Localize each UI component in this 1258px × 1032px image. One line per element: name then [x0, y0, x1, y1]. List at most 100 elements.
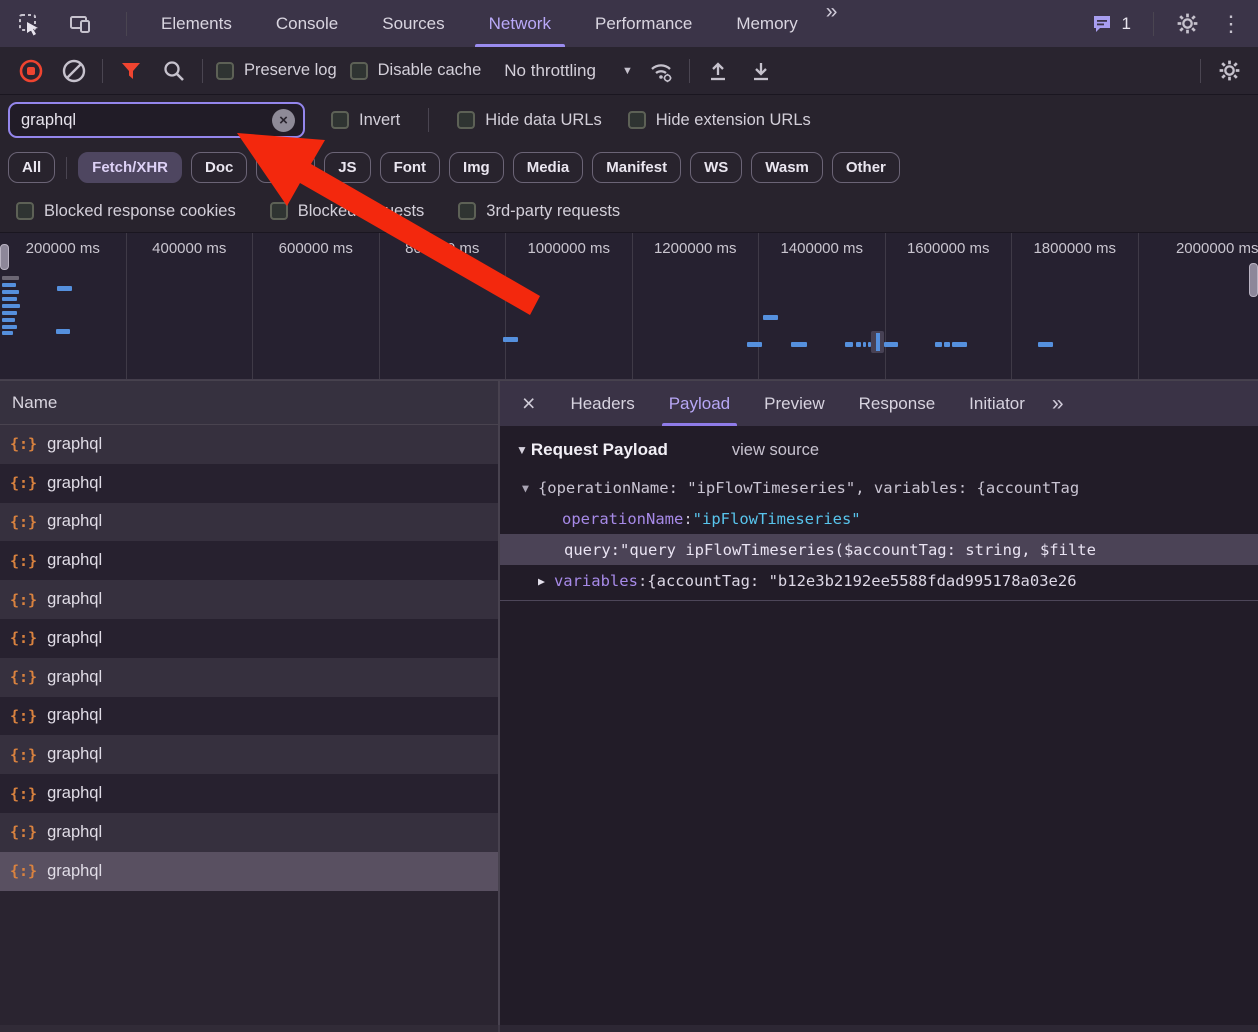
checkbox-box	[458, 202, 476, 220]
table-row[interactable]: {:}graphql	[0, 852, 498, 891]
overview-drag-handle[interactable]	[0, 244, 9, 270]
filter-chip-other[interactable]: Other	[832, 152, 900, 183]
filter-chip-fetch-xhr[interactable]: Fetch/XHR	[78, 152, 182, 183]
collapse-node-icon[interactable]: ▼	[522, 481, 529, 495]
checkbox-label: Blocked requests	[298, 202, 425, 221]
selected-request-bar	[876, 333, 880, 351]
filter-chip-doc[interactable]: Doc	[191, 152, 247, 183]
request-name: graphql	[47, 512, 102, 531]
kebab-menu-icon[interactable]: ⋮	[1216, 9, 1246, 39]
payload-row-operation-name[interactable]: operationName: "ipFlowTimeseries"	[500, 503, 1258, 534]
filter-chip-manifest[interactable]: Manifest	[592, 152, 681, 183]
filter-chip-css[interactable]: CSS	[256, 152, 315, 183]
close-detail-icon[interactable]: ×	[510, 381, 547, 426]
detail-tab-preview[interactable]: Preview	[747, 381, 841, 426]
hide-data-urls-checkbox[interactable]: Hide data URLs	[457, 111, 601, 130]
filter-chip-all[interactable]: All	[8, 152, 55, 183]
checkbox-label: 3rd-party requests	[486, 202, 620, 221]
overview-drag-handle[interactable]	[1249, 263, 1258, 297]
settings-gear-icon[interactable]	[1172, 9, 1202, 39]
divider	[126, 12, 127, 36]
inspect-element-icon[interactable]	[14, 9, 44, 39]
disable-cache-checkbox[interactable]: Disable cache	[350, 61, 482, 80]
request-detail-panel: × HeadersPayloadPreviewResponseInitiator…	[500, 381, 1258, 1032]
request-name: graphql	[47, 668, 102, 687]
network-conditions-icon[interactable]	[646, 56, 676, 86]
detail-tab-headers[interactable]: Headers	[553, 381, 651, 426]
network-overview-timeline[interactable]: 200000 ms400000 ms600000 ms800000 ms1000…	[0, 232, 1258, 380]
messages-count-badge: 1	[1122, 14, 1131, 34]
table-row[interactable]: {:}graphql	[0, 503, 498, 542]
table-row[interactable]: {:}graphql	[0, 425, 498, 464]
clear-filter-icon[interactable]: ×	[272, 109, 295, 132]
record-network-log-icon[interactable]	[16, 56, 46, 86]
name-column-header[interactable]: Name	[0, 381, 498, 425]
preserve-log-checkbox[interactable]: Preserve log	[216, 61, 337, 80]
table-row[interactable]: {:}graphql	[0, 619, 498, 658]
table-row[interactable]: {:}graphql	[0, 774, 498, 813]
table-row[interactable]: {:} graphql	[0, 658, 498, 697]
network-filter-input[interactable]: graphql ×	[8, 102, 305, 138]
tab-elements[interactable]: Elements	[139, 0, 254, 47]
request-name: graphql	[47, 590, 102, 609]
table-row[interactable]: {:}graphql	[0, 735, 498, 774]
filter-chip-font[interactable]: Font	[380, 152, 440, 183]
waterfall-bar	[2, 331, 13, 335]
filter-chip-ws[interactable]: WS	[690, 152, 742, 183]
filter-funnel-icon[interactable]	[116, 56, 146, 86]
chevron-down-icon: ▼	[622, 65, 633, 77]
filter-chip-media[interactable]: Media	[513, 152, 584, 183]
divider	[428, 108, 429, 132]
waterfall-bar	[2, 283, 16, 287]
blocked-response-cookies-checkbox[interactable]: Blocked response cookies	[16, 202, 236, 221]
filter-chip-js[interactable]: JS	[324, 152, 370, 183]
filter-chip-img[interactable]: Img	[449, 152, 504, 183]
detail-tab-payload[interactable]: Payload	[652, 381, 747, 426]
tab-sources[interactable]: Sources	[360, 0, 466, 47]
blocked-requests-checkbox[interactable]: Blocked requests	[270, 202, 425, 221]
3rd-party-requests-checkbox[interactable]: 3rd-party requests	[458, 202, 620, 221]
more-panels-icon[interactable]: »	[820, 0, 844, 47]
network-toolbar: Preserve log Disable cache No throttling…	[0, 47, 1258, 95]
tab-console[interactable]: Console	[254, 0, 360, 47]
clear-network-log-icon[interactable]	[59, 56, 89, 86]
table-row[interactable]: {:}graphql	[0, 580, 498, 619]
filter-chip-wasm[interactable]: Wasm	[751, 152, 823, 183]
waterfall-bar	[856, 342, 861, 347]
throttling-select[interactable]: No throttling ▼	[504, 61, 633, 81]
payload-row-query[interactable]: query: "query ipFlowTimeseries($accountT…	[500, 534, 1258, 565]
tab-performance[interactable]: Performance	[573, 0, 714, 47]
request-name: graphql	[47, 706, 102, 725]
payload-root-row[interactable]: ▼ {operationName: "ipFlowTimeseries", va…	[500, 472, 1258, 503]
waterfall-bar	[2, 311, 17, 315]
waterfall-bar	[2, 290, 19, 294]
more-detail-tabs-icon[interactable]: »	[1046, 392, 1070, 416]
console-messages-button[interactable]: 1	[1090, 12, 1131, 36]
divider	[1153, 12, 1154, 36]
expand-node-icon[interactable]: ▶	[538, 574, 545, 588]
payload-row-variables[interactable]: ▶ variables: {accountTag: "b12e3b2192ee5…	[500, 565, 1258, 596]
network-settings-gear-icon[interactable]	[1214, 56, 1244, 86]
import-har-icon[interactable]	[703, 56, 733, 86]
detail-tab-response[interactable]: Response	[842, 381, 953, 426]
payload-tree: ▼ {operationName: "ipFlowTimeseries", va…	[500, 472, 1258, 601]
divider	[102, 59, 103, 83]
device-toolbar-icon[interactable]	[66, 9, 96, 39]
tab-memory[interactable]: Memory	[714, 0, 819, 47]
invert-checkbox[interactable]: Invert	[331, 111, 400, 130]
detail-tab-initiator[interactable]: Initiator	[952, 381, 1042, 426]
divider	[202, 59, 203, 83]
export-har-icon[interactable]	[746, 56, 776, 86]
hide-extension-urls-checkbox[interactable]: Hide extension URLs	[628, 111, 811, 130]
waterfall-bar	[884, 342, 898, 347]
json-request-icon: {:}	[10, 668, 37, 686]
view-source-link[interactable]: view source	[732, 441, 819, 460]
tab-network[interactable]: Network	[467, 0, 573, 47]
table-row[interactable]: {:}graphql	[0, 697, 498, 736]
table-row[interactable]: {:}graphql	[0, 464, 498, 503]
collapse-section-icon[interactable]: ▼	[516, 443, 528, 457]
waterfall-bar	[57, 286, 72, 291]
table-row[interactable]: {:}graphql	[0, 813, 498, 852]
table-row[interactable]: {:}graphql	[0, 541, 498, 580]
search-icon[interactable]	[159, 56, 189, 86]
